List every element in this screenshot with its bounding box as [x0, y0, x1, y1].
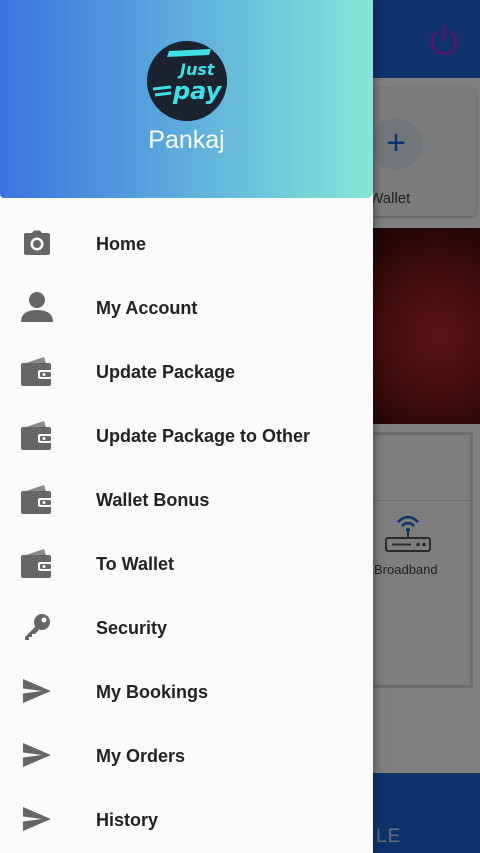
- drawer-menu: Home My Account Update Package Update Pa…: [0, 212, 373, 852]
- avatar[interactable]: Just pay: [147, 41, 227, 121]
- menu-item-label: My Orders: [96, 746, 186, 766]
- menu-item-label: Wallet Bonus: [96, 490, 210, 510]
- send-icon: [20, 802, 54, 836]
- menu-item-label: Home: [96, 234, 147, 254]
- camera-icon: [20, 226, 54, 260]
- menu-item-label: History: [96, 810, 159, 830]
- menu-item-label: Update Package: [96, 362, 236, 382]
- svg-text:pay: pay: [172, 77, 223, 105]
- key-icon: [20, 610, 54, 644]
- menu-item-label: Update Package to Other: [96, 426, 311, 446]
- drawer-header: Just pay Pankaj: [0, 0, 373, 198]
- wallet-icon: [20, 354, 54, 388]
- menu-item-history[interactable]: History: [0, 788, 373, 852]
- menu-item-label: To Wallet: [96, 554, 174, 574]
- menu-item-label: My Account: [96, 298, 198, 318]
- menu-item-to-wallet[interactable]: To Wallet: [0, 532, 373, 596]
- menu-item-label: Security: [96, 618, 168, 638]
- menu-item-home[interactable]: Home: [0, 212, 373, 276]
- user-name: Pankaj: [148, 126, 225, 154]
- menu-item-my-account[interactable]: My Account: [0, 276, 373, 340]
- navigation-drawer: Just pay Pankaj Home My Account Update P…: [0, 0, 373, 853]
- menu-item-label: My Bookings: [96, 682, 209, 702]
- send-icon: [20, 674, 54, 708]
- wallet-icon: [20, 418, 54, 452]
- menu-item-my-orders[interactable]: My Orders: [0, 724, 373, 788]
- menu-item-wallet-bonus[interactable]: Wallet Bonus: [0, 468, 373, 532]
- menu-item-update-package-to-other[interactable]: Update Package to Other: [0, 404, 373, 468]
- person-icon: [20, 290, 54, 324]
- menu-item-update-package[interactable]: Update Package: [0, 340, 373, 404]
- send-icon: [20, 738, 54, 772]
- menu-item-security[interactable]: Security: [0, 596, 373, 660]
- wallet-icon: [20, 546, 54, 580]
- wallet-icon: [20, 482, 54, 516]
- menu-item-my-bookings[interactable]: My Bookings: [0, 660, 373, 724]
- justpay-logo: Just pay: [147, 41, 227, 121]
